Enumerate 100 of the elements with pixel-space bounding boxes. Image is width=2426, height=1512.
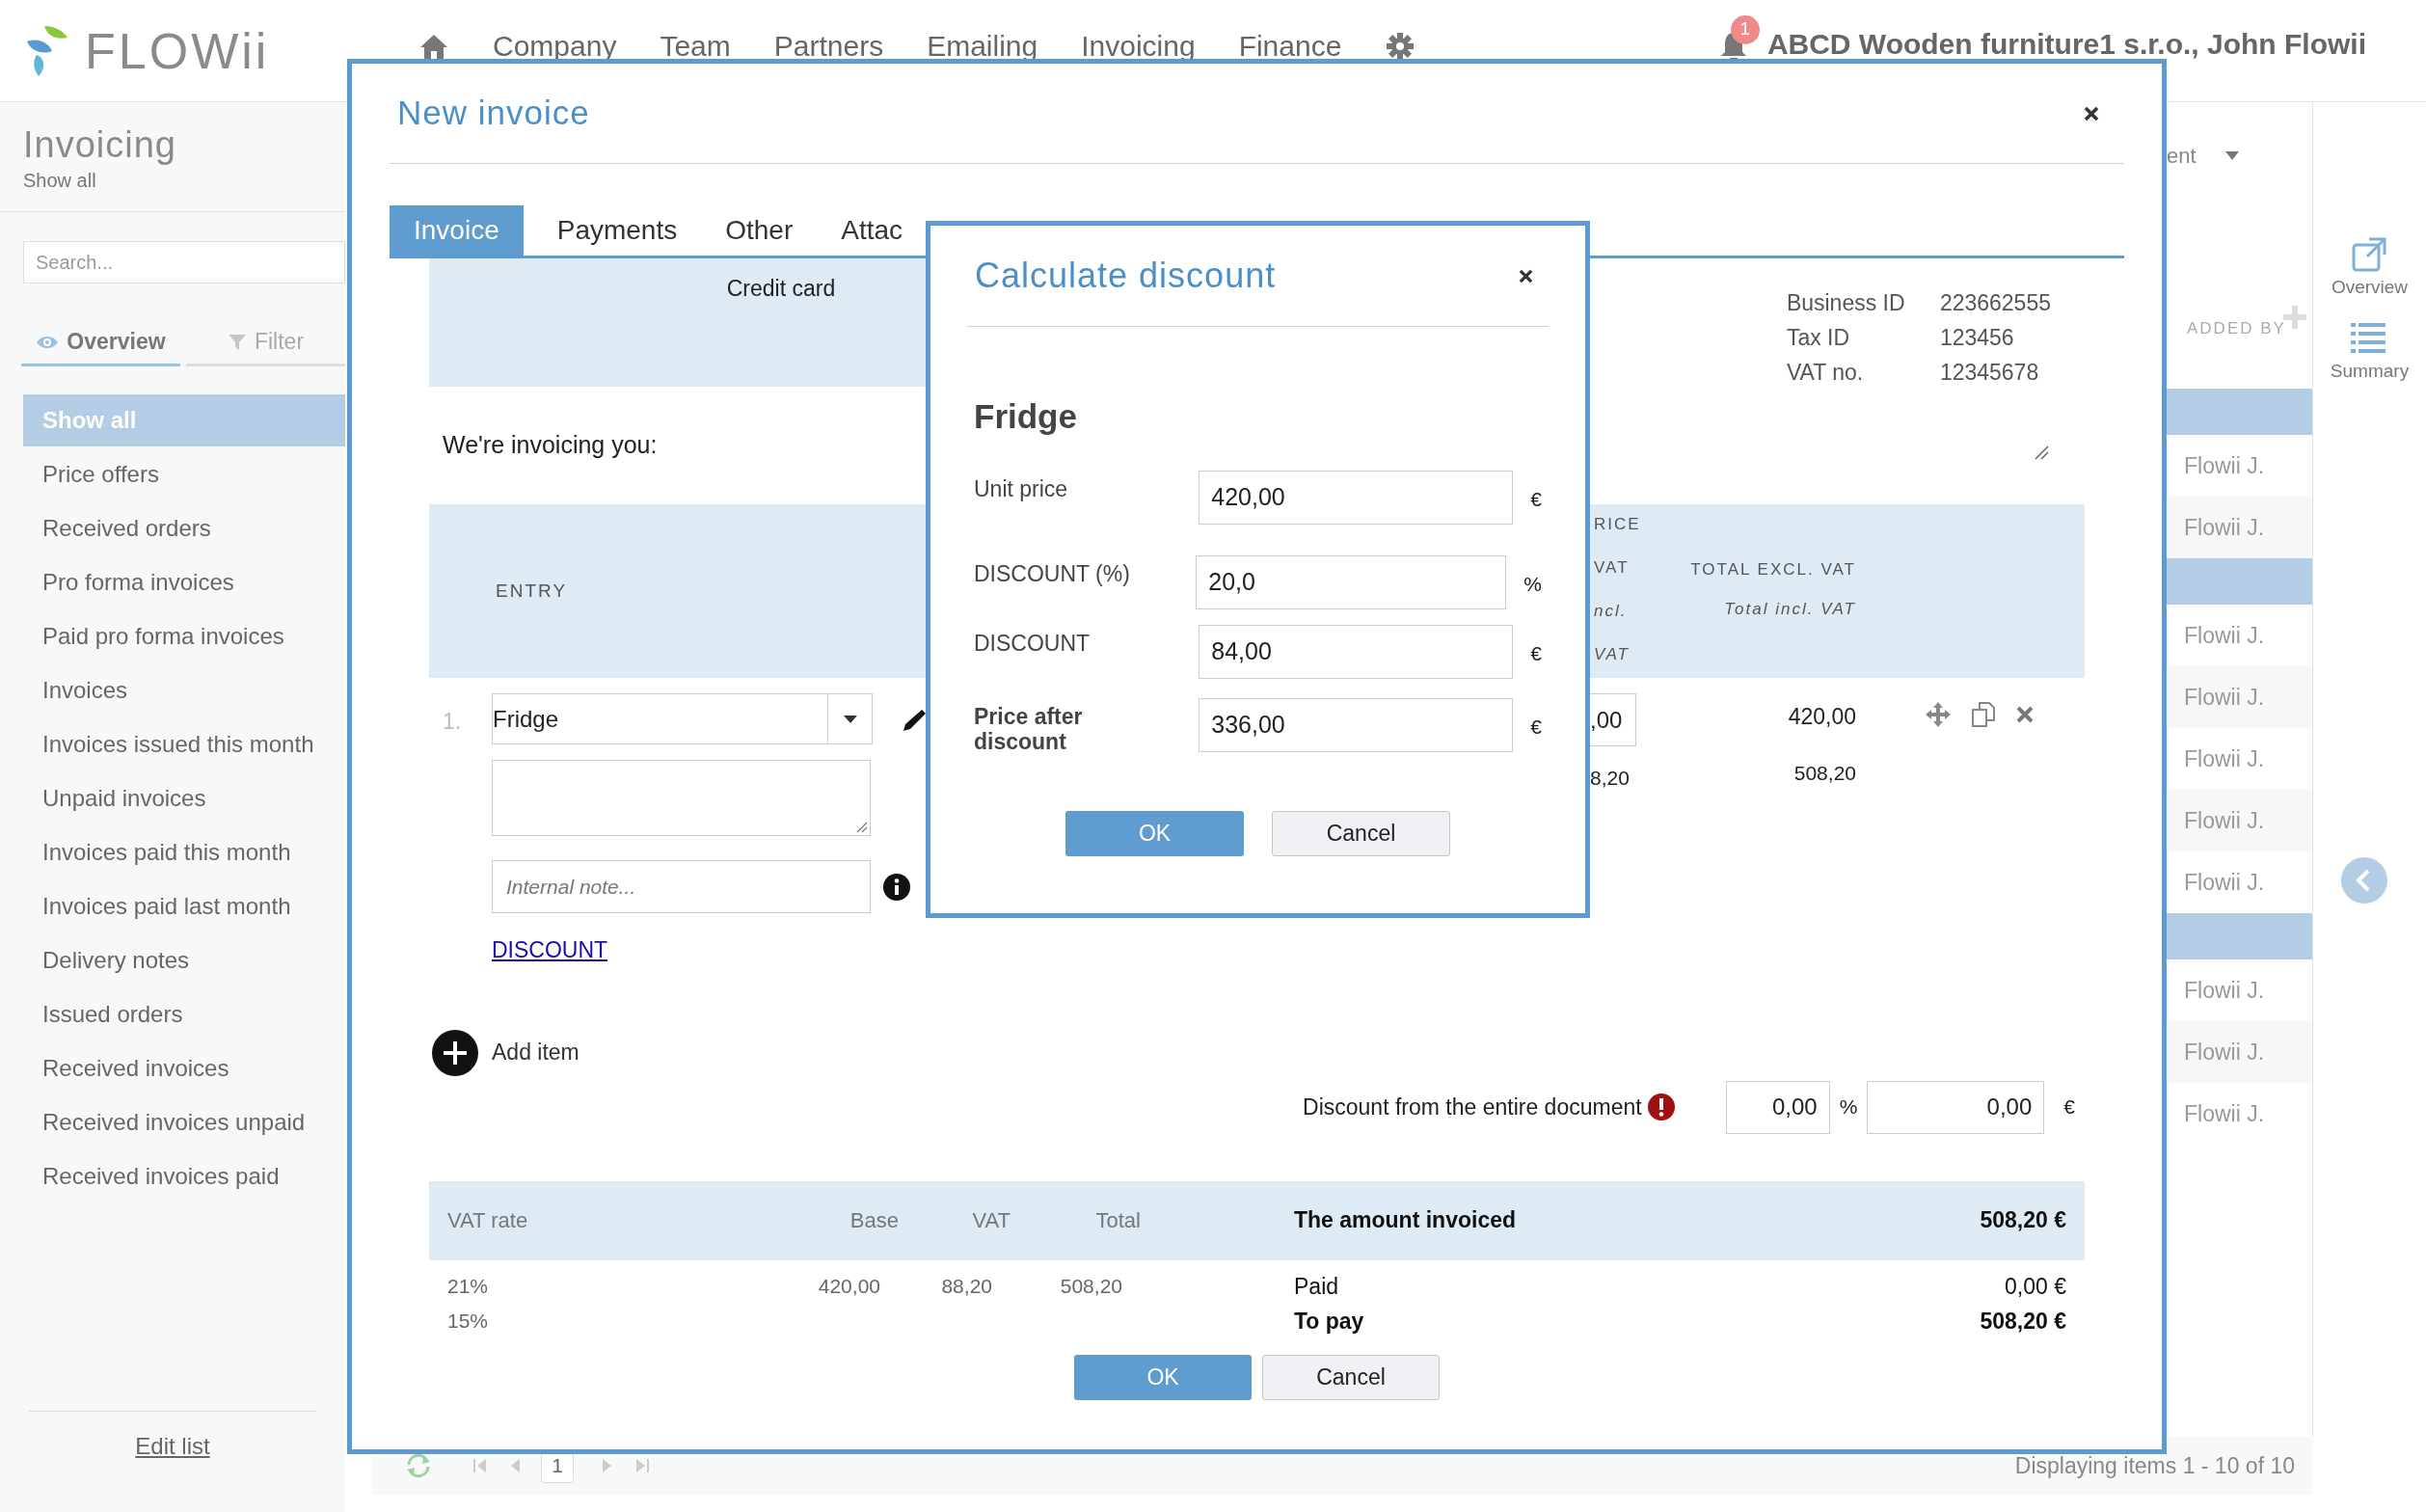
invoice-intro: We're invoicing you: <box>443 430 658 461</box>
row-number: 1. <box>442 708 463 736</box>
delete-icon[interactable] <box>2016 706 2034 723</box>
column-header: ncl. <box>1594 601 1629 622</box>
field-label: VAT no. <box>1786 359 1865 387</box>
rail-link[interactable]: Summary <box>2330 357 2410 385</box>
settings-icon[interactable] <box>1385 30 1416 62</box>
table-cell-text: 508,20 <box>1059 1273 1122 1299</box>
section-title: Invoicing <box>23 123 177 166</box>
amount-value: 508,20 € <box>1980 1206 2066 1235</box>
ok-button[interactable]: OK <box>1074 1354 1252 1400</box>
table-cell-text: 508,20 <box>1793 760 1856 786</box>
funnel-icon <box>227 332 247 352</box>
section-subtitle: Show all <box>23 169 97 193</box>
sidebar-tab[interactable]: Overview <box>21 320 180 366</box>
unit-label: € <box>2063 1094 2075 1120</box>
column-header: Total <box>1094 1207 1141 1234</box>
discount-amount-field[interactable]: 0,00 <box>1867 1080 2045 1134</box>
product-select[interactable]: Fridge <box>492 693 873 744</box>
total-value: 0,00 € <box>2005 1272 2066 1301</box>
field-label: Business ID <box>1786 289 1906 317</box>
column-header: Total incl. VAT <box>1724 599 1856 620</box>
sidebar-item[interactable]: Received orders <box>23 502 345 554</box>
ok-button[interactable]: OK <box>1065 811 1244 856</box>
column-header: VAT <box>1594 644 1631 665</box>
field-value: 223662555 <box>1939 289 2051 317</box>
column-header: ENTRY <box>496 580 568 601</box>
sidebar-item[interactable]: Unpaid invoices <box>23 772 345 824</box>
unit-label: % <box>1523 572 1542 597</box>
cancel-button[interactable]: Cancel <box>1262 1354 1440 1400</box>
sidebar-item[interactable]: Invoices issued this month <box>23 718 345 770</box>
column-header: ADDED BY <box>2187 317 2286 339</box>
close-icon[interactable] <box>2084 105 2099 122</box>
caret-down-icon[interactable] <box>843 715 857 723</box>
sidebar-item[interactable]: Received invoices <box>23 1042 345 1094</box>
info-icon[interactable] <box>883 873 910 901</box>
sidebar-item[interactable]: Paid pro forma invoices <box>23 610 345 662</box>
amount-label: The amount invoiced <box>1294 1206 1517 1235</box>
number-field[interactable]: 336,00 <box>1199 698 1514 752</box>
cancel-button[interactable]: Cancel <box>1272 811 1450 856</box>
dialog-title: Calculate discount <box>975 255 1277 297</box>
table-cell: Flowii J. <box>2167 1021 2312 1083</box>
resize-handle-icon[interactable] <box>856 822 868 833</box>
discount-label: Discount from the entire document <box>1303 1093 1642 1121</box>
table-cell: Flowii J. <box>2167 497 2312 558</box>
home-icon[interactable] <box>418 32 449 60</box>
item-name: Fridge <box>974 397 1078 436</box>
unit-label: € <box>1530 487 1542 512</box>
tab[interactable]: Attac <box>817 205 928 256</box>
total-label: Paid <box>1294 1272 1339 1301</box>
sidebar-item[interactable]: Invoices <box>23 664 345 716</box>
move-icon[interactable] <box>1926 702 1951 727</box>
add-item-link[interactable]: Add item <box>492 1036 580 1069</box>
add-circle-icon[interactable] <box>432 1029 478 1076</box>
tab[interactable]: Invoice <box>390 205 524 256</box>
sidebar-item[interactable]: Issued orders <box>23 988 345 1040</box>
field-value: 123456 <box>1939 324 2015 352</box>
tab[interactable]: Other <box>701 205 818 256</box>
column-header: Base <box>849 1207 899 1234</box>
sidebar-item[interactable]: Invoices paid this month <box>23 826 345 878</box>
total-label: To pay <box>1294 1307 1364 1336</box>
sidebar-item[interactable]: Received invoices paid <box>23 1150 345 1202</box>
rail-link[interactable]: Overview <box>2331 274 2409 302</box>
column-header: VAT <box>971 1207 1011 1234</box>
total-value: 508,20 € <box>1980 1307 2066 1336</box>
table-cell-text: 15% <box>446 1308 490 1334</box>
discount-percent-field[interactable]: 0,00 <box>1725 1080 1830 1134</box>
table-cell-text: 420,00 <box>1788 703 1856 731</box>
copy-icon[interactable] <box>1972 702 1995 727</box>
sidebar-item[interactable]: Invoices paid last month <box>23 880 345 932</box>
description-field[interactable] <box>492 760 871 836</box>
field-label: Unit price <box>974 476 1069 501</box>
list-icon[interactable] <box>2351 320 2388 356</box>
discount-link[interactable]: DISCOUNT <box>492 933 608 967</box>
eye-icon <box>36 334 60 350</box>
table-cell-text: 8,20 <box>1590 766 1631 791</box>
column-header: RICE <box>1594 514 1642 535</box>
dialog-title: New invoice <box>397 93 590 134</box>
external-link-icon[interactable] <box>2351 237 2388 272</box>
column-header: TOTAL EXCL. VAT <box>1690 559 1856 580</box>
search-field[interactable]: Search... <box>23 241 345 284</box>
field-value: 12345678 <box>1939 359 2040 387</box>
sidebar-item[interactable]: Delivery notes <box>23 934 345 986</box>
table-cell: Flowii J. <box>2167 790 2312 851</box>
table-cell-text: 88,20 <box>940 1273 992 1299</box>
sidebar-item[interactable]: Received invoices unpaid <box>23 1096 345 1148</box>
sidebar-item[interactable]: Price offers <box>23 448 345 500</box>
resize-handle-icon[interactable] <box>2034 445 2049 460</box>
edit-list-link[interactable]: Edit list <box>135 1429 210 1464</box>
number-field[interactable]: 20,0 <box>1196 555 1507 609</box>
note-field[interactable]: Internal note... <box>492 860 871 913</box>
warning-icon[interactable] <box>1647 1094 1675 1120</box>
sidebar-item[interactable]: Pro forma invoices <box>23 556 345 608</box>
view-dropdown[interactable]: ent <box>2167 139 2197 172</box>
number-field[interactable]: 420,00 <box>1199 471 1514 525</box>
unit-label: € <box>1530 641 1542 666</box>
number-field[interactable]: 84,00 <box>1199 625 1514 679</box>
tab[interactable]: Payments <box>532 205 702 256</box>
field-label: DISCOUNT <box>974 631 1092 656</box>
close-icon[interactable] <box>1519 268 1533 284</box>
